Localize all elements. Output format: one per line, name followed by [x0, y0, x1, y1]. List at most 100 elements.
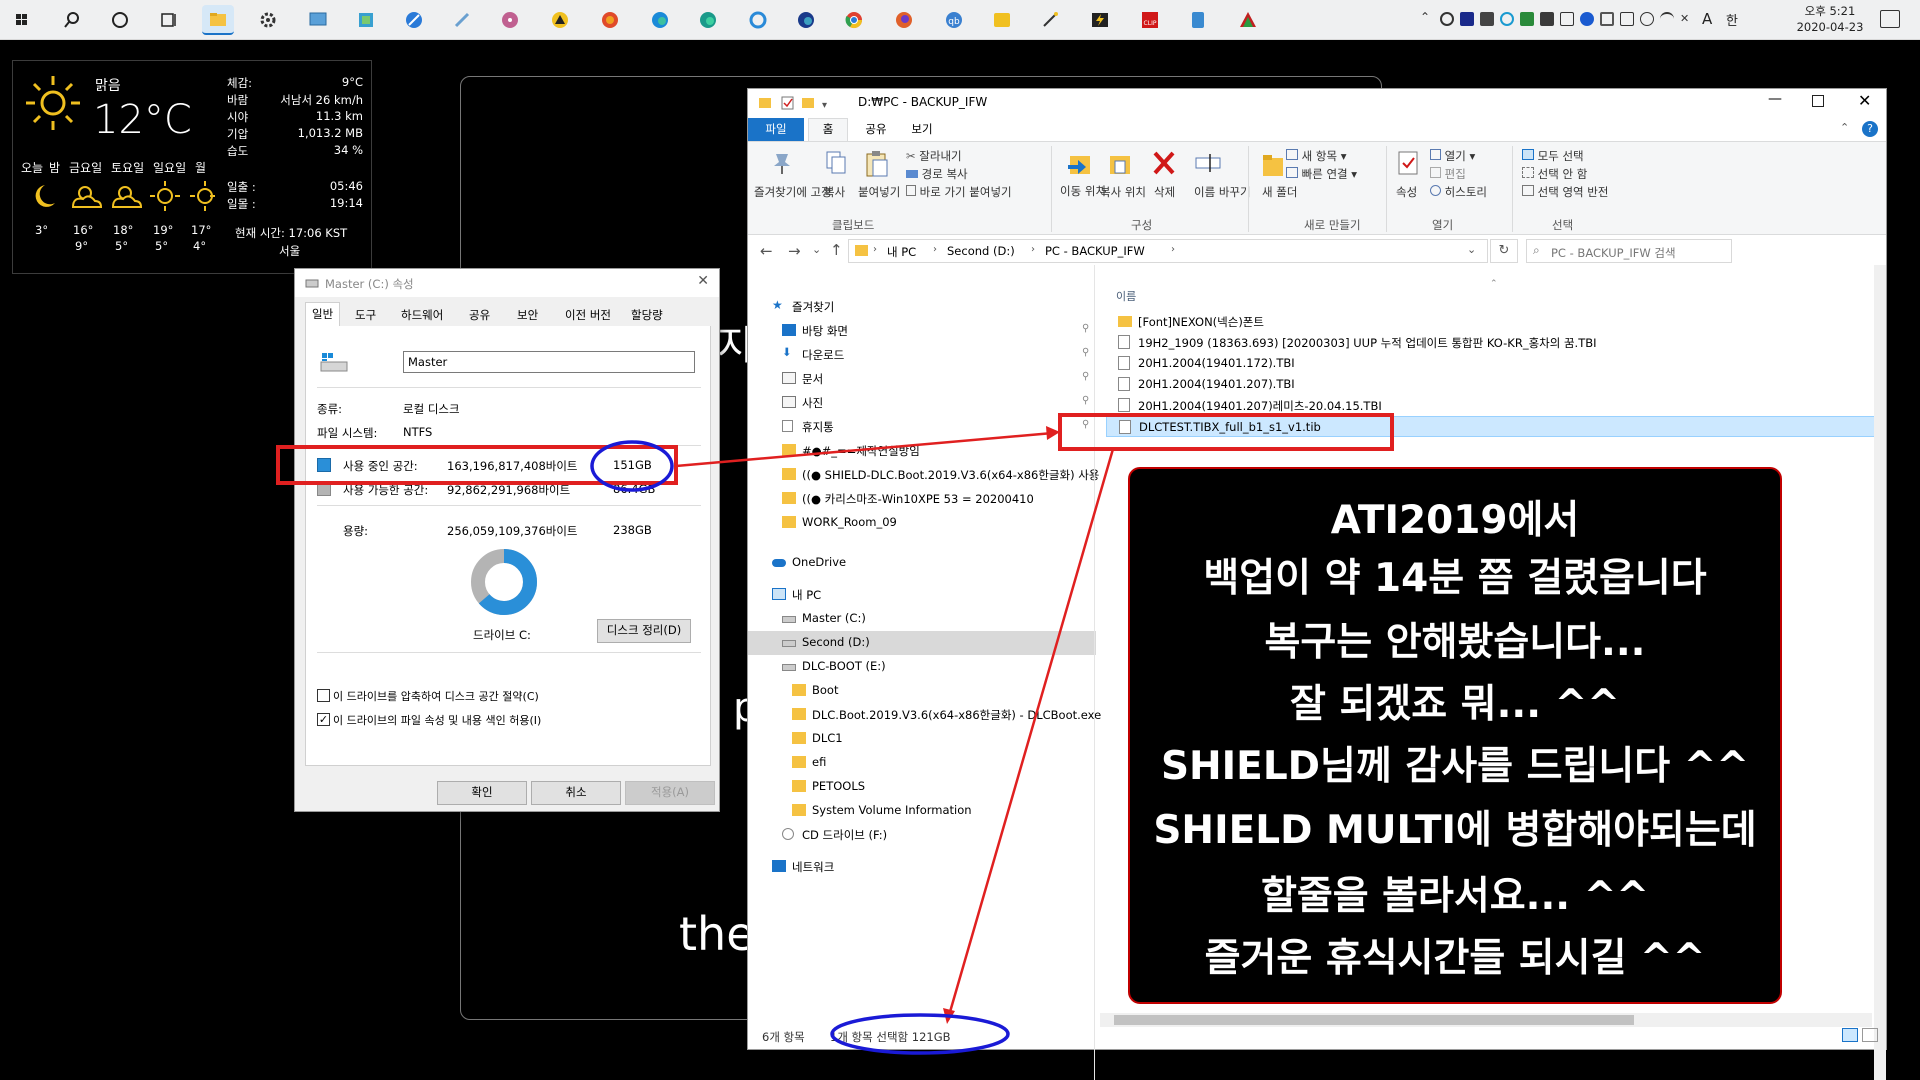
delete-button[interactable]: 삭제	[1154, 184, 1175, 200]
taskbar-app-5[interactable]	[494, 5, 526, 35]
file-row[interactable]: 20H1.2004(19401.207).TBI	[1106, 374, 1876, 395]
minimize-button[interactable]: —	[1768, 91, 1782, 107]
taskbar-settings[interactable]	[252, 5, 284, 35]
forward-button[interactable]: →	[788, 242, 801, 260]
taskbar-clip[interactable]: CLIP	[1134, 5, 1166, 35]
tab-quota[interactable]: 할당량	[625, 304, 669, 326]
column-header-name[interactable]: 이름	[1116, 288, 1136, 304]
tray-overflow-icon[interactable]: ⌃	[1420, 10, 1434, 24]
tab-security[interactable]: 보안	[511, 304, 544, 326]
address-bar[interactable]: › 내 PC › Second (D:) › PC - BACKUP_IFW ›…	[848, 239, 1488, 263]
ribbon-tab-file[interactable]: 파일	[748, 118, 804, 141]
tab-general[interactable]: 일반	[305, 302, 341, 327]
taskbar-chrome[interactable]	[838, 5, 870, 35]
help-icon[interactable]: ?	[1862, 121, 1878, 137]
taskbar-app-2[interactable]	[350, 5, 382, 35]
cortana-button[interactable]	[104, 5, 136, 35]
easy-access-button[interactable]: 빠른 연결 ▾	[1286, 166, 1357, 182]
wifi-icon[interactable]	[1660, 12, 1674, 26]
history-button[interactable]: 히스토리	[1430, 184, 1487, 200]
ribbon-tab-home[interactable]: 홈	[808, 118, 848, 142]
shield-icon[interactable]	[1600, 12, 1614, 26]
refresh-button[interactable]: ↻	[1490, 239, 1518, 263]
large-icons-view-icon[interactable]	[1862, 1028, 1878, 1042]
ime-mode[interactable]: A	[1702, 10, 1712, 28]
network-icon[interactable]	[1620, 12, 1634, 26]
file-row[interactable]: 20H1.2004(19401.172).TBI	[1106, 353, 1876, 374]
new-folder-button[interactable]: 새 폴더	[1262, 184, 1297, 200]
taskbar-ie[interactable]	[742, 5, 774, 35]
scrollbar-thumb[interactable]	[1114, 1015, 1634, 1025]
file-row[interactable]: DLCTEST.TIBX_full_b1_s1_v1.tib	[1106, 416, 1876, 437]
rename-button[interactable]: 이름 바꾸기	[1194, 184, 1251, 200]
copy-to-button[interactable]: 복사 위치	[1100, 184, 1146, 200]
tab-hardware[interactable]: 하드웨어	[395, 304, 449, 326]
copy-button[interactable]: 복사	[824, 184, 845, 200]
address-dropdown-icon[interactable]: ⌄	[1467, 243, 1476, 256]
new-item-button[interactable]: 새 항목 ▾	[1286, 148, 1347, 164]
clock-date[interactable]: 2020-04-23	[1790, 20, 1870, 34]
select-none-button[interactable]: 선택 안 함	[1522, 166, 1587, 182]
tab-previous-versions[interactable]: 이전 버전	[559, 304, 617, 326]
taskbar-file-explorer[interactable]	[202, 5, 234, 35]
horizontal-scrollbar[interactable]	[1100, 1013, 1872, 1027]
ribbon-tab-share[interactable]: 공유	[856, 118, 896, 141]
volume-muted-icon[interactable]: ✕	[1680, 12, 1694, 26]
vertical-scrollbar[interactable]	[1874, 265, 1886, 1080]
back-button[interactable]: ←	[760, 242, 773, 260]
invert-selection-button[interactable]: 선택 영역 반전	[1522, 184, 1608, 200]
taskbar-edge-dev[interactable]	[790, 5, 822, 35]
taskbar-app-10[interactable]	[1182, 5, 1214, 35]
taskbar-app-1[interactable]	[302, 5, 334, 35]
start-button[interactable]	[6, 5, 38, 35]
maximize-button[interactable]	[1812, 95, 1824, 107]
search-button[interactable]	[56, 5, 88, 35]
task-view-button[interactable]	[152, 5, 184, 35]
tab-sharing[interactable]: 공유	[463, 304, 496, 326]
usb-icon[interactable]	[1560, 12, 1574, 26]
file-row[interactable]: [Font]NEXON(넥슨)폰트	[1106, 311, 1876, 332]
up-button[interactable]: ↑	[830, 241, 843, 259]
drive-name-input[interactable]	[403, 351, 695, 373]
paste-shortcut-button[interactable]: 바로 가기 붙여넣기	[906, 184, 1012, 200]
pin-button[interactable]: 즐겨찾기에 고정	[754, 184, 832, 200]
cancel-button[interactable]: 취소	[531, 781, 621, 805]
tray-icon-2[interactable]	[1460, 12, 1474, 26]
quick-access-toolbar[interactable]: ▾	[758, 95, 848, 111]
paste-button[interactable]: 붙여넣기	[858, 184, 900, 200]
notification-icon[interactable]	[1880, 10, 1900, 28]
breadcrumb-item[interactable]: PC - BACKUP_IFW	[1045, 244, 1145, 258]
tray-icon-3[interactable]	[1480, 12, 1494, 26]
taskbar-edge[interactable]	[644, 5, 676, 35]
taskbar-qbittorrent[interactable]: qb	[938, 5, 970, 35]
compress-checkbox[interactable]	[317, 689, 330, 702]
breadcrumb-item[interactable]: Second (D:)	[947, 244, 1015, 258]
bluetooth-icon[interactable]	[1580, 12, 1594, 26]
taskbar-app-11[interactable]	[1232, 5, 1264, 35]
close-icon[interactable]: ✕	[697, 273, 709, 289]
search-box[interactable]: ⌕ PC - BACKUP_IFW 검색	[1526, 239, 1732, 263]
close-button[interactable]: ✕	[1858, 91, 1871, 110]
edit-button[interactable]: 편집	[1430, 166, 1466, 182]
file-row[interactable]: 19H2_1909 (18363.693) [20200303] UUP 누적 …	[1106, 332, 1876, 353]
tray-icon-1[interactable]	[1440, 12, 1454, 26]
select-all-button[interactable]: 모두 선택	[1522, 148, 1584, 164]
properties-button[interactable]: 속성	[1396, 184, 1417, 200]
ok-button[interactable]: 확인	[437, 781, 527, 805]
recent-locations-icon[interactable]: ⌄	[812, 243, 821, 256]
disk-cleanup-button[interactable]: 디스크 정리(D)	[597, 619, 691, 643]
ribbon-collapse-icon[interactable]: ⌃	[1840, 121, 1849, 134]
taskbar-app-9[interactable]	[1084, 5, 1116, 35]
tray-icon-5[interactable]	[1520, 12, 1534, 26]
tray-icon-6[interactable]	[1540, 12, 1554, 26]
breadcrumb-item[interactable]: 내 PC	[887, 244, 916, 260]
taskbar-app-8[interactable]	[1034, 5, 1066, 35]
taskbar-edge-beta[interactable]	[692, 5, 724, 35]
ribbon-tab-view[interactable]: 보기	[902, 118, 942, 141]
cut-button[interactable]: ✂ 잘라내기	[906, 148, 962, 164]
index-checkbox[interactable]: ✓	[317, 713, 330, 726]
taskbar-app-3[interactable]	[398, 5, 430, 35]
taskbar-app-7[interactable]	[594, 5, 626, 35]
taskbar-app-6[interactable]	[544, 5, 576, 35]
nav-item[interactable]: 네트워크	[748, 855, 1096, 879]
